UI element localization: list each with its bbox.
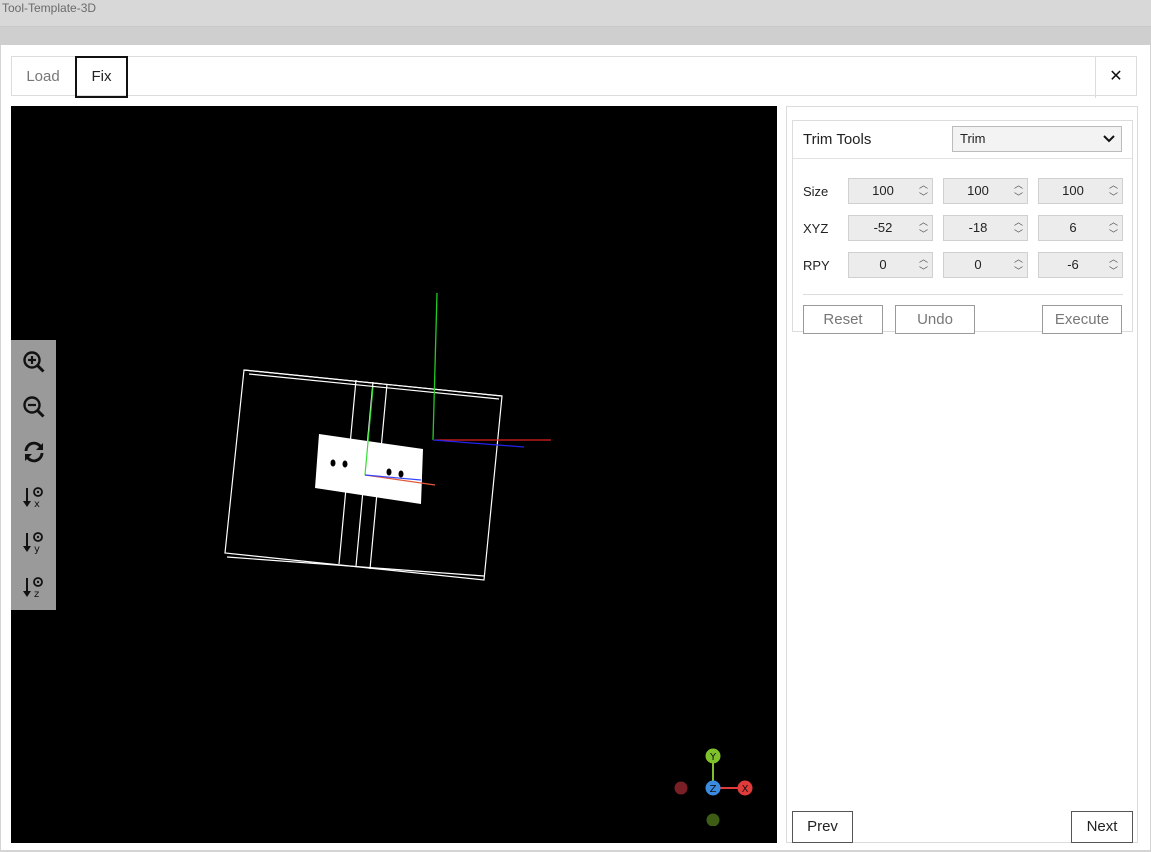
title-bar: Tool-Template-3D [0,0,1151,27]
undo-button[interactable]: Undo [895,305,975,334]
increment-icon[interactable]: ︿ [1105,179,1122,191]
tools-panel: Trim Tools Trim Size 100 ︿﹀ 100 ︿﹀ 100 [786,106,1138,843]
rpy-roll-input[interactable]: 0 ︿ ﹀ [848,252,933,278]
tab-bar: Load Fix ✕ [11,56,1137,98]
trim-mode-value: Trim [960,131,986,146]
increment-icon[interactable]: ︿ [915,253,932,265]
zoom-out-icon[interactable] [11,385,56,429]
tab-load[interactable]: Load [12,56,74,98]
execute-button[interactable]: Execute [1042,305,1122,334]
view-y-icon[interactable]: y [11,520,56,564]
menu-strip [0,27,1151,45]
size-y-input[interactable]: 100 ︿ ﹀ [943,178,1028,204]
decrement-icon[interactable]: ﹀ [1010,228,1027,240]
increment-icon[interactable]: ︿ [1010,179,1027,191]
increment-icon[interactable]: ︿ [1010,216,1027,228]
3d-viewport[interactable]: x y z Y X Z [11,106,777,843]
trim-mode-select[interactable]: Trim [952,126,1122,152]
app-title: Tool-Template-3D [2,1,97,15]
axis-neg-y-icon[interactable] [706,813,720,827]
rpy-yaw-input[interactable]: -6 ︿ ﹀ [1038,252,1123,278]
divider [803,294,1123,295]
axis-z-label: Z [710,784,717,795]
tab-fix[interactable]: Fix [75,56,128,98]
axis-y-label: Y [709,752,717,763]
decrement-icon[interactable]: ﹀ [1010,191,1027,203]
increment-icon[interactable]: ︿ [915,179,932,191]
axis-x-label: X [742,784,749,795]
next-button[interactable]: Next [1071,811,1133,843]
decrement-icon[interactable]: ﹀ [1105,228,1122,240]
xyz-z-input[interactable]: 6 ︿ ﹀ [1038,215,1123,241]
rpy-pitch-input[interactable]: 0 ︿ ﹀ [943,252,1028,278]
main-window: Load Fix ✕ x y z Y X Z Trim Tools Trim S… [1,45,1150,850]
size-z-input[interactable]: 100 ︿ ﹀ [1038,178,1123,204]
increment-icon[interactable]: ︿ [915,216,932,228]
xyz-x-input[interactable]: -52 ︿ ﹀ [848,215,933,241]
increment-icon[interactable]: ︿ [1105,253,1122,265]
decrement-icon[interactable]: ﹀ [915,265,932,277]
decrement-icon[interactable]: ﹀ [915,191,932,203]
point-cloud-object [315,434,423,504]
chevron-down-icon [1103,127,1115,159]
decrement-icon[interactable]: ﹀ [1105,191,1122,203]
xyz-y-input[interactable]: -18 ︿ ﹀ [943,215,1028,241]
decrement-icon[interactable]: ﹀ [915,228,932,240]
xyz-label: XYZ [803,221,829,236]
world-axes [432,292,551,448]
trim-tools-title: Trim Tools [803,131,872,148]
zoom-in-icon[interactable] [11,340,56,384]
axis-neg-x-icon[interactable] [674,781,688,795]
decrement-icon[interactable]: ﹀ [1010,265,1027,277]
axis-gizmo[interactable]: Y X Z [671,736,761,826]
increment-icon[interactable]: ︿ [1105,216,1122,228]
increment-icon[interactable]: ︿ [1010,253,1027,265]
trim-tools-header: Trim Tools Trim [793,121,1132,159]
reset-view-icon[interactable] [11,430,56,474]
trim-tools-card: Trim Tools Trim Size 100 ︿﹀ 100 ︿﹀ 100 [792,120,1133,334]
svg-text:y: y [34,544,40,554]
prev-button[interactable]: Prev [792,811,853,843]
rpy-label: RPY [803,258,830,273]
3d-scene [224,292,551,581]
size-x-input[interactable]: 100 ︿ ﹀ [848,178,933,204]
view-x-icon[interactable]: x [11,475,56,519]
close-icon[interactable]: ✕ [1095,56,1136,98]
svg-text:x: x [34,499,40,509]
decrement-icon[interactable]: ﹀ [1105,265,1122,277]
view-z-icon[interactable]: z [11,565,56,609]
size-label: Size [803,184,829,199]
svg-text:z: z [34,589,39,599]
reset-button[interactable]: Reset [803,305,883,334]
view-toolbar: x y z [11,340,56,610]
